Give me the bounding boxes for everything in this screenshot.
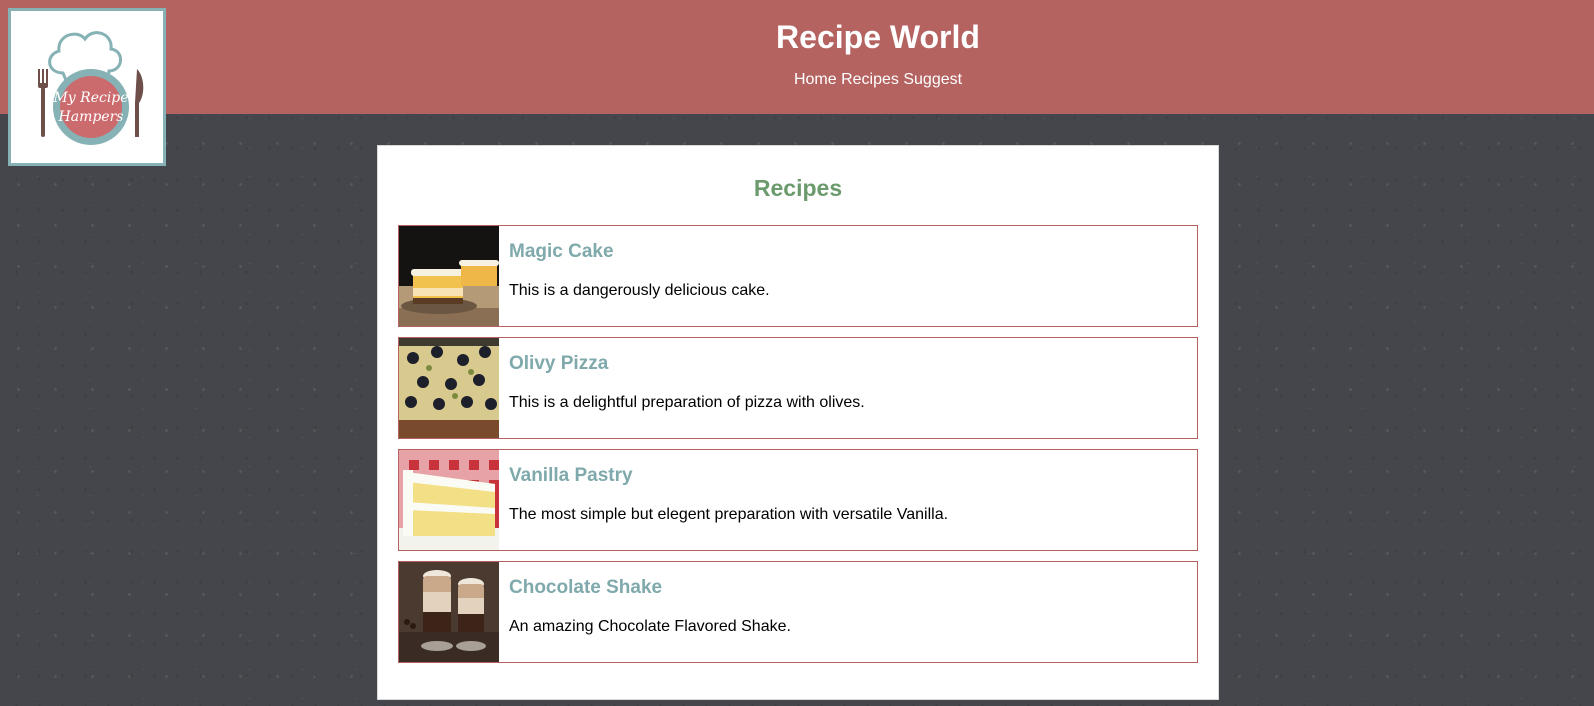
nav-home[interactable]: Home [794, 71, 837, 88]
recipe-card-vanilla-pastry[interactable]: Vanilla Pastry The most simple but elege… [398, 449, 1198, 551]
cake-slice-image [399, 226, 499, 326]
nav-recipes[interactable]: Recipes [841, 71, 899, 88]
shake-glasses-image [399, 562, 499, 662]
svg-text:My Recipe: My Recipe [52, 90, 128, 106]
recipe-title[interactable]: Olivy Pizza [509, 352, 608, 376]
recipe-card-chocolate-shake[interactable]: Chocolate Shake An amazing Chocolate Fla… [398, 561, 1198, 663]
recipe-card-olivy-pizza[interactable]: Olivy Pizza This is a delightful prepara… [398, 337, 1198, 439]
chef-hat-logo-icon: My Recipe Hampers [38, 31, 144, 145]
recipe-description: This is a dangerously delicious cake. [509, 282, 770, 299]
recipe-title[interactable]: Magic Cake [509, 240, 614, 264]
recipe-title[interactable]: Vanilla Pastry [509, 464, 633, 488]
site-logo[interactable]: My Recipe Hampers [8, 8, 166, 166]
recipes-panel: Recipes Magic Cake This is a dangerously… [377, 145, 1219, 700]
recipes-heading: Recipes [753, 175, 843, 201]
recipe-description: The most simple but elegent preparation … [509, 506, 949, 523]
nav-suggest[interactable]: Suggest [903, 71, 962, 88]
svg-text:Hampers: Hampers [58, 109, 124, 125]
vanilla-cake-image [399, 450, 499, 550]
recipe-description: This is a delightful preparation of pizz… [509, 394, 865, 411]
site-header: Recipe World Home Recipes Suggest [0, 0, 1594, 114]
recipe-card-magic-cake[interactable]: Magic Cake This is a dangerously delicio… [398, 225, 1198, 327]
recipe-description: An amazing Chocolate Flavored Shake. [509, 618, 791, 635]
pizza-image [399, 338, 499, 438]
main-nav: Home Recipes Suggest [0, 70, 1594, 90]
site-title: Recipe World [776, 19, 980, 55]
recipe-title[interactable]: Chocolate Shake [509, 576, 662, 600]
